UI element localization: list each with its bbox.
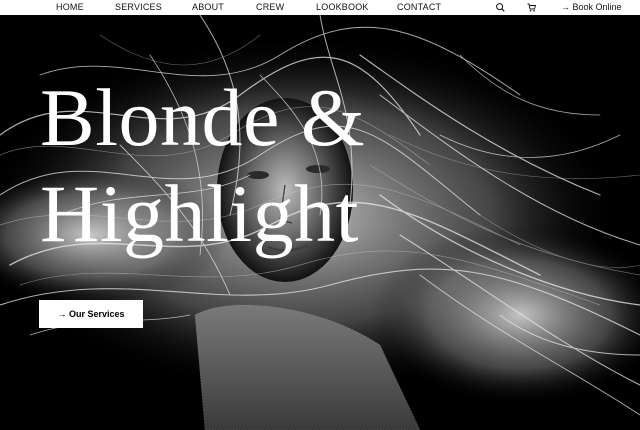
nav-item-lookbook[interactable]: LOOKBOOK — [316, 0, 369, 15]
nav-item-home[interactable]: HOME — [56, 0, 84, 15]
our-services-button[interactable]: → Our Services — [39, 300, 143, 328]
nav-item-crew[interactable]: CREW — [256, 0, 284, 15]
top-navigation: HOME SERVICES ABOUT CREW LOOKBOOK CONTAC… — [0, 0, 640, 15]
cart-icon[interactable] — [526, 2, 537, 13]
hero-section: Blonde & Highlight → Our Services — [0, 15, 640, 430]
book-online-link[interactable]: → Book Online — [561, 0, 622, 15]
nav-item-contact[interactable]: CONTACT — [397, 0, 441, 15]
nav-item-services[interactable]: SERVICES — [115, 0, 162, 15]
search-icon[interactable] — [495, 2, 506, 13]
hero-title-line-2: Highlight — [40, 168, 359, 259]
hero-title: Blonde & Highlight — [40, 70, 365, 262]
hero-title-line-1: Blonde & — [40, 72, 366, 163]
nav-item-about[interactable]: ABOUT — [192, 0, 224, 15]
